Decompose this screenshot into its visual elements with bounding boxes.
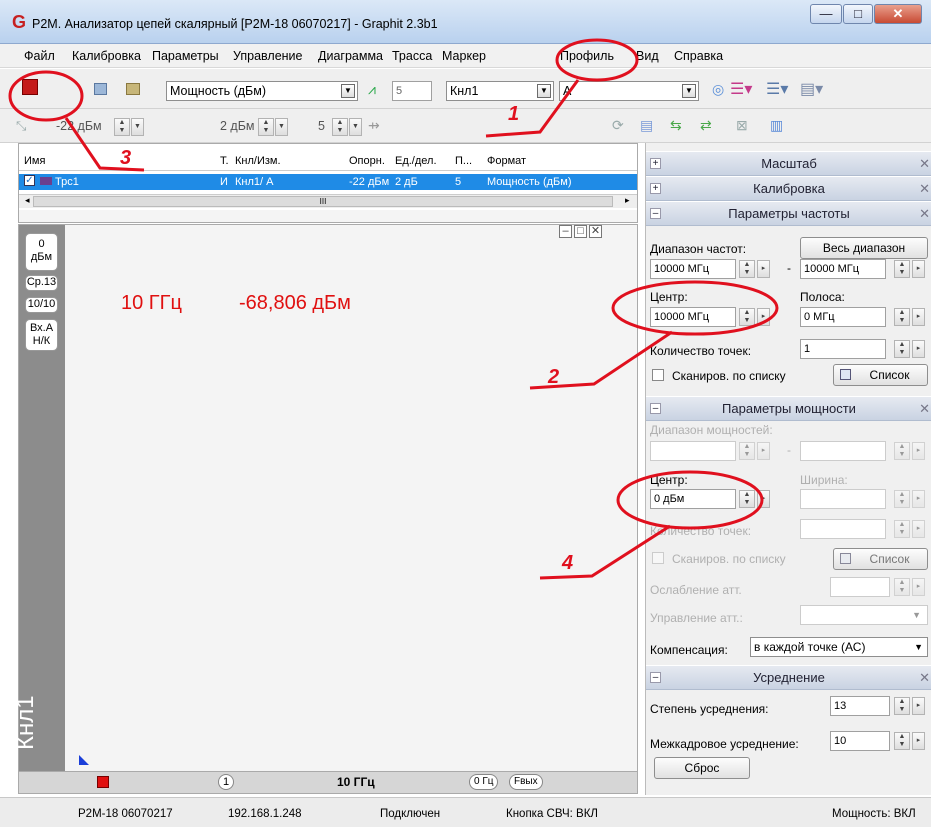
annotation-label-3: 3 [120, 147, 132, 169]
annotation-label-2: 2 [548, 366, 560, 388]
annotation-ellipse-2 [611, 280, 779, 336]
annotation-overlay [8, 38, 779, 580]
annotation-ellipse-3 [8, 70, 84, 122]
annotation-pointer-3 [64, 117, 145, 172]
annotation-label-4: 4 [562, 552, 574, 574]
annotation-ellipse-1 [555, 38, 639, 82]
annotation-ellipse-4 [616, 470, 764, 530]
annotation-pointer-4 [539, 524, 671, 580]
annotation-label-1: 1 [508, 103, 520, 125]
annotation-pointer-1 [485, 79, 580, 138]
